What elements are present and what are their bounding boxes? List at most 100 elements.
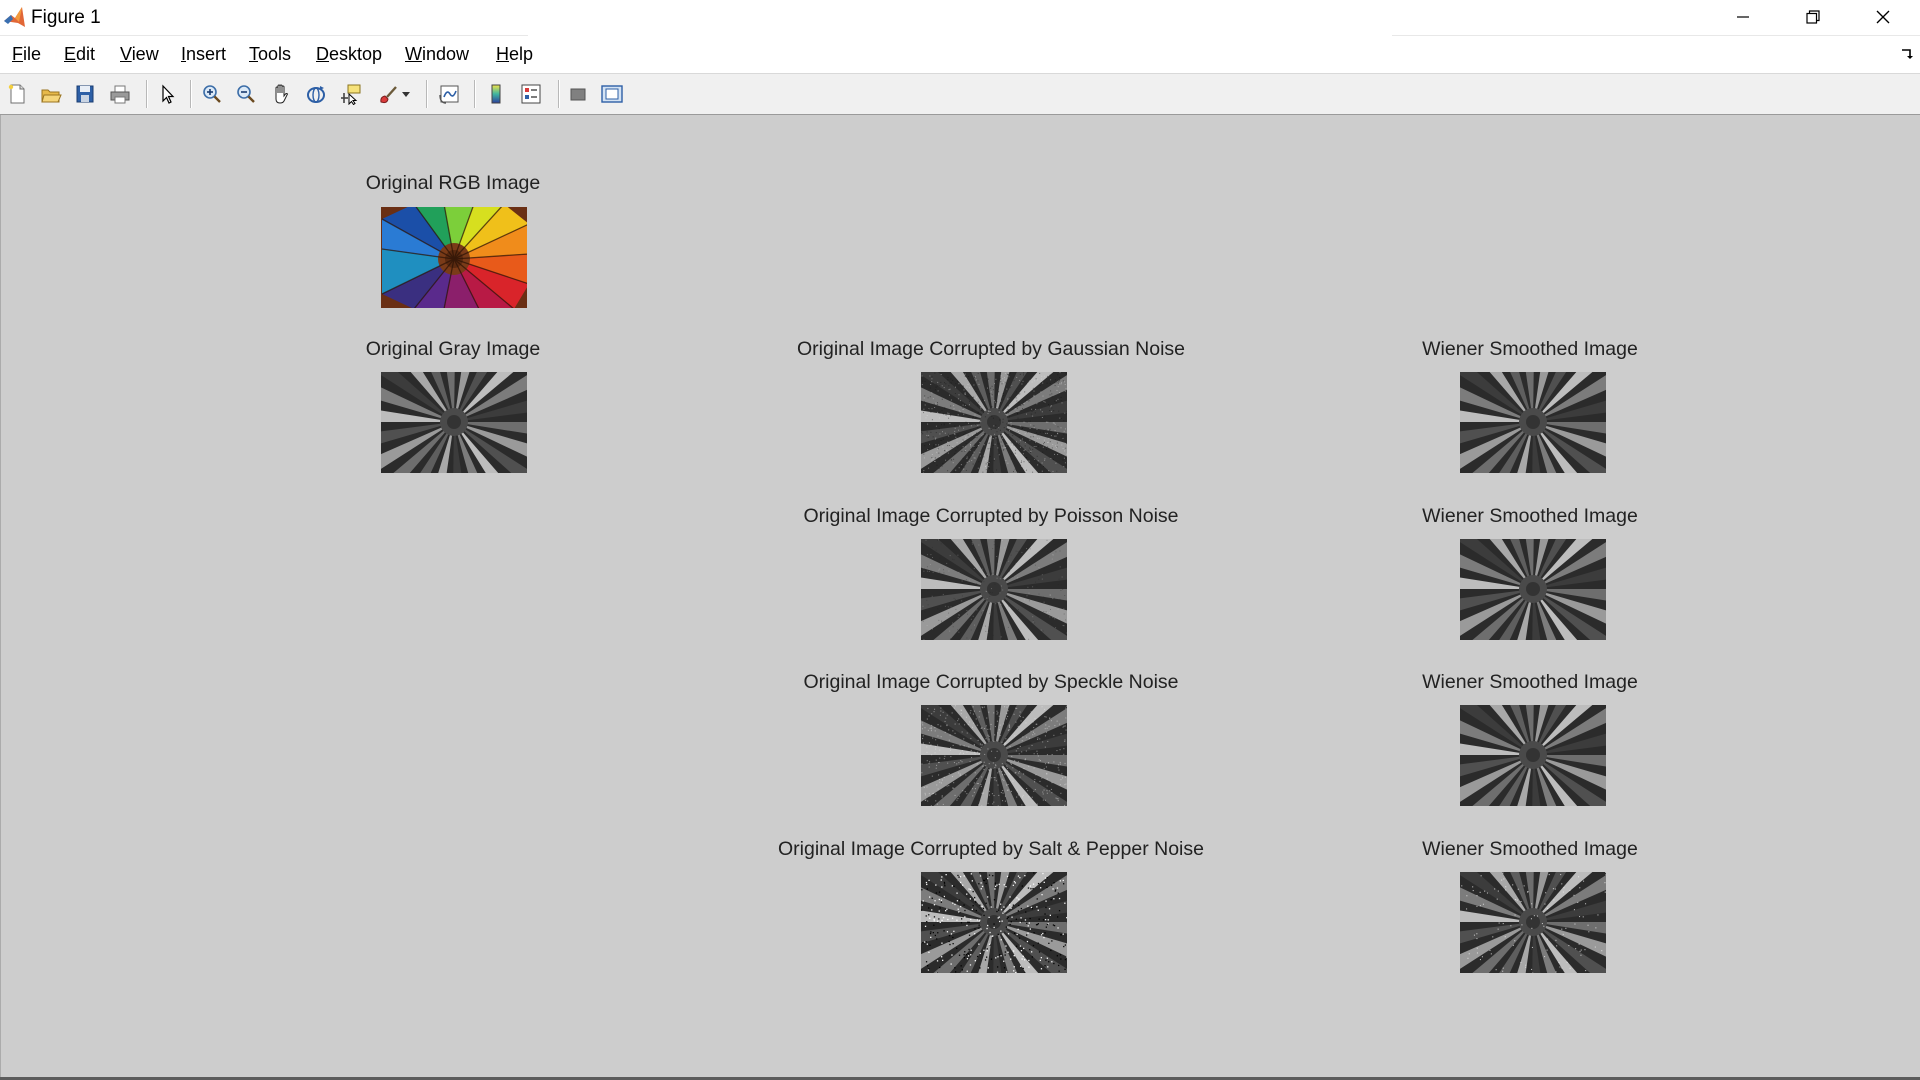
menu-window[interactable]: Window	[405, 43, 469, 65]
image-wiener-speckle[interactable]	[1460, 705, 1606, 806]
title-bar[interactable]: Figure 1	[0, 0, 1920, 36]
menu-edit-mnemonic: E	[64, 44, 77, 64]
subplot-title-gray: Original Gray Image	[365, 338, 541, 360]
menu-file[interactable]: File	[12, 43, 41, 65]
menu-file-rest: ile	[23, 44, 42, 64]
print-button[interactable]	[106, 80, 134, 108]
menu-view-rest: iew	[131, 44, 159, 64]
subplot-title-wiener-4: Wiener Smoothed Image	[1422, 838, 1638, 860]
chevron-down-icon	[402, 92, 410, 97]
grayscale-pencils-image	[1460, 539, 1606, 640]
image-poisson-noise[interactable]	[921, 539, 1067, 640]
zoom-in-icon	[203, 85, 221, 103]
close-icon	[1876, 10, 1890, 24]
subplot-title-wiener-2: Wiener Smoothed Image	[1422, 505, 1638, 527]
image-wiener-gaussian[interactable]	[1460, 372, 1606, 473]
matlab-logo-icon	[4, 7, 25, 27]
menu-desktop[interactable]: Desktop	[316, 43, 382, 65]
zoom-out-button[interactable]	[232, 80, 260, 108]
save-icon	[76, 85, 94, 103]
figure-toolbar	[0, 73, 1920, 115]
image-saltpepper-noise[interactable]	[921, 872, 1067, 973]
menu-insert[interactable]: Insert	[181, 43, 226, 65]
grayscale-pencils-image	[381, 372, 527, 473]
new-figure-button[interactable]	[3, 80, 31, 108]
menu-window-mnemonic: W	[405, 44, 422, 64]
save-button[interactable]	[71, 80, 99, 108]
image-wiener-saltpepper[interactable]	[1460, 872, 1606, 973]
toolbar-separator	[146, 80, 148, 108]
image-wiener-poisson[interactable]	[1460, 539, 1606, 640]
toolbar-separator	[190, 80, 192, 108]
menu-view-mnemonic: V	[120, 44, 132, 64]
insert-legend-button[interactable]	[517, 80, 545, 108]
insert-legend-icon	[521, 84, 541, 104]
show-plot-tools-button[interactable]	[598, 80, 626, 108]
menu-tools-mnemonic: T	[249, 44, 258, 64]
image-speckle-noise[interactable]	[921, 705, 1067, 806]
edit-plot-button[interactable]	[154, 80, 182, 108]
menu-help-mnemonic: H	[496, 44, 509, 64]
menu-edit-rest: dit	[76, 44, 96, 64]
figure-window: Figure 1 File Edit View Insert Tools Des…	[0, 0, 1920, 1080]
zoom-out-icon	[237, 85, 255, 103]
edit-plot-icon	[162, 84, 175, 104]
menu-desktop-rest: esktop	[329, 44, 383, 64]
subplot-title-wiener-1: Wiener Smoothed Image	[1422, 338, 1638, 360]
data-cursor-button[interactable]	[337, 80, 365, 108]
image-gaussian-noise[interactable]	[921, 372, 1067, 473]
toolbar-separator	[426, 80, 428, 108]
new-figure-icon	[8, 84, 25, 104]
show-plot-tools-icon	[601, 85, 623, 103]
subplot-title-saltpepper: Original Image Corrupted by Salt & Peppe…	[778, 838, 1204, 860]
menu-tools-rest: ools	[258, 44, 292, 64]
link-plot-icon	[439, 85, 459, 104]
title-divider	[1392, 35, 1920, 36]
brush-dropdown[interactable]	[398, 80, 414, 108]
insert-colorbar-icon	[491, 84, 501, 104]
menu-view[interactable]: View	[120, 43, 159, 65]
subplot-title-gaussian: Original Image Corrupted by Gaussian Noi…	[796, 338, 1186, 360]
minimize-icon	[1737, 16, 1749, 18]
toolbar-separator	[474, 80, 476, 108]
pan-icon	[275, 84, 289, 104]
menu-window-rest: indow	[422, 44, 470, 64]
menu-tools[interactable]: Tools	[249, 43, 291, 65]
title-divider	[0, 35, 528, 36]
zoom-in-button[interactable]	[198, 80, 226, 108]
rotate-3d-button[interactable]	[302, 80, 330, 108]
menu-bar: File Edit View Insert Tools Desktop Wind…	[0, 37, 1920, 73]
grayscale-pencils-image	[921, 539, 1067, 640]
insert-colorbar-button[interactable]	[482, 80, 510, 108]
print-icon	[110, 85, 130, 104]
restore-button[interactable]	[1778, 0, 1848, 34]
minimize-button[interactable]	[1708, 0, 1778, 34]
open-file-button[interactable]	[37, 80, 65, 108]
grayscale-pencils-image	[1460, 372, 1606, 473]
toolbar-separator	[558, 80, 560, 108]
hide-plot-tools-icon	[570, 88, 586, 101]
image-gray[interactable]	[381, 372, 527, 473]
figure-canvas[interactable]: Original RGB Image Original Gray Image O…	[0, 115, 1920, 1078]
grayscale-pencils-image	[1460, 872, 1606, 973]
close-button[interactable]	[1848, 0, 1918, 34]
link-plot-button[interactable]	[436, 80, 464, 108]
subplot-title-rgb: Original RGB Image	[365, 172, 541, 194]
pan-button[interactable]	[267, 80, 295, 108]
subplot-title-speckle: Original Image Corrupted by Speckle Nois…	[803, 671, 1179, 693]
subplot-title-poisson: Original Image Corrupted by Poisson Nois…	[803, 505, 1179, 527]
menu-help-rest: elp	[509, 44, 534, 64]
grayscale-pencils-image	[921, 872, 1067, 973]
rotate-3d-icon	[307, 86, 325, 103]
restore-icon	[1806, 10, 1820, 24]
grayscale-pencils-image	[921, 372, 1067, 473]
menu-insert-rest: nsert	[186, 44, 227, 64]
grayscale-pencils-image	[921, 705, 1067, 806]
menu-edit[interactable]: Edit	[64, 43, 95, 65]
open-file-icon	[41, 89, 62, 103]
subplot-title-wiener-3: Wiener Smoothed Image	[1422, 671, 1638, 693]
dock-figure-icon[interactable]	[1900, 47, 1914, 61]
image-rgb[interactable]	[381, 207, 527, 308]
menu-help[interactable]: Help	[496, 43, 533, 65]
hide-plot-tools-button[interactable]	[564, 80, 592, 108]
